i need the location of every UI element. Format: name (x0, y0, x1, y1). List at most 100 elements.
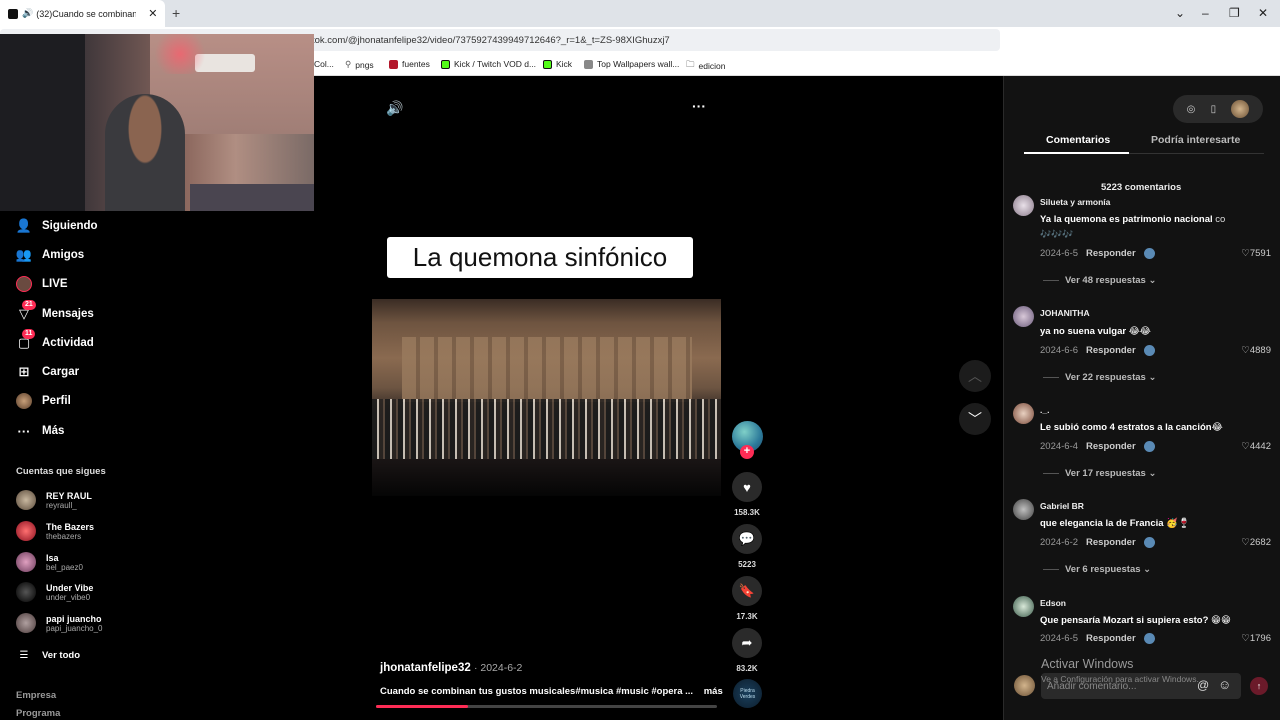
video-frame-orchestra (372, 299, 721, 496)
heart-outline-icon: ♡ (1241, 441, 1250, 452)
share-icon[interactable]: ➦ (732, 628, 762, 658)
creator-liked-icon (1143, 248, 1155, 259)
tab-list-icon[interactable]: ⌄ (1175, 6, 1185, 20)
view-replies-button[interactable]: Ver 22 respuestas ⌄ (1043, 372, 1156, 383)
folder-icon: 🗀 (686, 59, 695, 69)
comment-text: Le subió como 4 estratos a la canción😂 (1040, 422, 1223, 433)
new-tab-icon[interactable]: + (172, 5, 180, 21)
commenter-avatar[interactable] (1013, 499, 1034, 520)
video-description: Cuando se combinan tus gustos musicales#… (380, 686, 694, 697)
bookmark-item[interactable]: Col... (314, 59, 334, 69)
bookmark-item[interactable]: fuentes (389, 59, 430, 69)
tab-recommended[interactable]: Podría interesarte (1151, 134, 1240, 146)
comment-icon[interactable]: 💬 (732, 524, 762, 554)
nav-following[interactable]: 👤 Siguiendo (16, 218, 98, 234)
close-tab-icon[interactable]: ✕ (148, 7, 157, 20)
commenter-name[interactable]: Silueta y armonía (1040, 197, 1110, 207)
following-account[interactable]: REY RAUL reyraull_ (16, 490, 92, 510)
compass-icon[interactable]: ◎ (1187, 104, 1196, 115)
maximize-icon[interactable]: ❐ (1229, 6, 1240, 20)
mention-icon[interactable]: @ (1197, 678, 1209, 692)
comment-action[interactable]: 💬 5223 (732, 524, 762, 569)
nav-profile[interactable]: Perfil (16, 393, 71, 409)
commenter-avatar[interactable] (1013, 306, 1034, 327)
view-replies-button[interactable]: Ver 48 respuestas ⌄ (1043, 275, 1156, 286)
bookmark-item[interactable]: Kick (543, 59, 572, 69)
reply-button[interactable]: Responder (1086, 248, 1136, 259)
following-account[interactable]: Under Vibe under_vibe0 (16, 582, 93, 602)
comment-meta: 2024-6-5 Responder (1040, 248, 1155, 259)
music-disc[interactable]: Piedra Verdes (733, 679, 762, 708)
user-avatar[interactable] (1231, 100, 1250, 118)
friends-icon: 👥 (15, 247, 33, 262)
commenter-name[interactable]: JOHANITHA (1040, 308, 1090, 318)
video-options-icon[interactable]: ··· (692, 98, 706, 114)
bookmark-favicon-icon (389, 59, 398, 69)
following-account[interactable]: The Bazers thebazers (16, 521, 94, 541)
view-replies-button[interactable]: Ver 17 respuestas ⌄ (1043, 468, 1156, 479)
reply-button[interactable]: Responder (1086, 633, 1136, 644)
following-account[interactable]: Isa bel_paez0 (16, 552, 83, 572)
reply-button[interactable]: Responder (1086, 441, 1136, 452)
minimize-icon[interactable]: – (1202, 6, 1209, 20)
bookmark-folder[interactable]: 🗀 edicion (686, 59, 725, 73)
active-tab-indicator (1024, 152, 1129, 154)
like-action[interactable]: ♥ 158.3K (732, 472, 762, 517)
comment-meta: 2024-6-4 Responder (1040, 441, 1155, 452)
nav-live[interactable]: LIVE (16, 276, 68, 292)
creator-liked-icon (1143, 537, 1155, 548)
reply-button[interactable]: Responder (1086, 537, 1136, 548)
windows-activation-subtitle: Ve a Configuración para activar Windows. (1041, 674, 1199, 684)
bookmark-item[interactable]: Kick / Twitch VOD d... (441, 59, 536, 69)
more-icon: ··· (17, 423, 31, 439)
comment-like[interactable]: ♡4442 (1241, 441, 1271, 452)
commenter-avatar[interactable] (1013, 596, 1034, 617)
nav-upload[interactable]: ⊞ Cargar (16, 364, 80, 380)
commenter-name[interactable]: Edson (1040, 598, 1066, 608)
bookmark-icon[interactable]: 🔖 (732, 576, 762, 606)
bookmark-item[interactable]: ⚲ pngs (345, 59, 374, 70)
volume-icon[interactable]: 🔊 (386, 100, 403, 117)
browser-tab[interactable]: 🔊 (32)Cuando se combinan tus ✕ (0, 0, 165, 27)
comment-like[interactable]: ♡7591 (1241, 248, 1271, 259)
pin-icon: ⚲ (345, 59, 352, 69)
following-account[interactable]: papi juancho papi_juancho_0 (16, 613, 103, 633)
nav-messages[interactable]: ▽ 21 Mensajes (16, 300, 94, 322)
nav-more[interactable]: ··· Más (16, 423, 65, 439)
close-window-icon[interactable]: ✕ (1258, 6, 1268, 20)
comment-text: Que pensaría Mozart si supiera esto? 😁😁 (1040, 615, 1231, 626)
next-video-button[interactable]: ﹀ (959, 403, 991, 435)
like-count: 158.3K (734, 508, 760, 517)
tab-comments[interactable]: Comentarios (1046, 134, 1110, 146)
reply-button[interactable]: Responder (1086, 345, 1136, 356)
nav-activity[interactable]: ▢ 11 Actividad (16, 329, 94, 351)
emoji-icon[interactable]: ☺ (1218, 677, 1231, 692)
nav-friends[interactable]: 👥 Amigos (16, 247, 84, 263)
comment-like[interactable]: ♡4889 (1241, 345, 1271, 356)
commenter-avatar[interactable] (1013, 403, 1034, 424)
kick-icon (441, 59, 450, 69)
previous-video-button[interactable]: ︿ (959, 360, 991, 392)
webcam-overlay (0, 34, 314, 211)
chevron-down-icon: ⌄ (1148, 275, 1157, 286)
commenter-name[interactable]: Gabriel BR (1040, 501, 1084, 511)
send-button[interactable]: ↑ (1250, 677, 1268, 695)
author-name[interactable]: jhonatanfelipe32 (380, 662, 471, 674)
save-action[interactable]: 🔖 17.3K (732, 576, 762, 621)
see-all-link[interactable]: ☰ Ver todo (16, 647, 81, 663)
heart-icon[interactable]: ♥ (732, 472, 762, 502)
share-action[interactable]: ➦ 83.2K (732, 628, 762, 673)
video-progress-bar[interactable] (376, 705, 717, 708)
device-icon[interactable]: ▯ (1211, 104, 1217, 115)
comment-item: Edson Que pensaría Mozart si supiera est… (1013, 596, 1273, 646)
more-link[interactable]: más (704, 686, 723, 697)
commenter-name[interactable]: ._. (1040, 405, 1049, 415)
comment-like[interactable]: ♡2682 (1241, 537, 1271, 548)
bookmark-item[interactable]: Top Wallpapers wall... (584, 59, 679, 69)
commenter-avatar[interactable] (1013, 195, 1034, 216)
view-replies-button[interactable]: Ver 6 respuestas ⌄ (1043, 564, 1151, 575)
follow-plus-icon[interactable]: + (740, 445, 754, 459)
footer-link-business[interactable]: Empresa (16, 690, 56, 701)
comment-like[interactable]: ♡1796 (1241, 633, 1271, 644)
footer-link-program[interactable]: Programa (16, 708, 60, 719)
